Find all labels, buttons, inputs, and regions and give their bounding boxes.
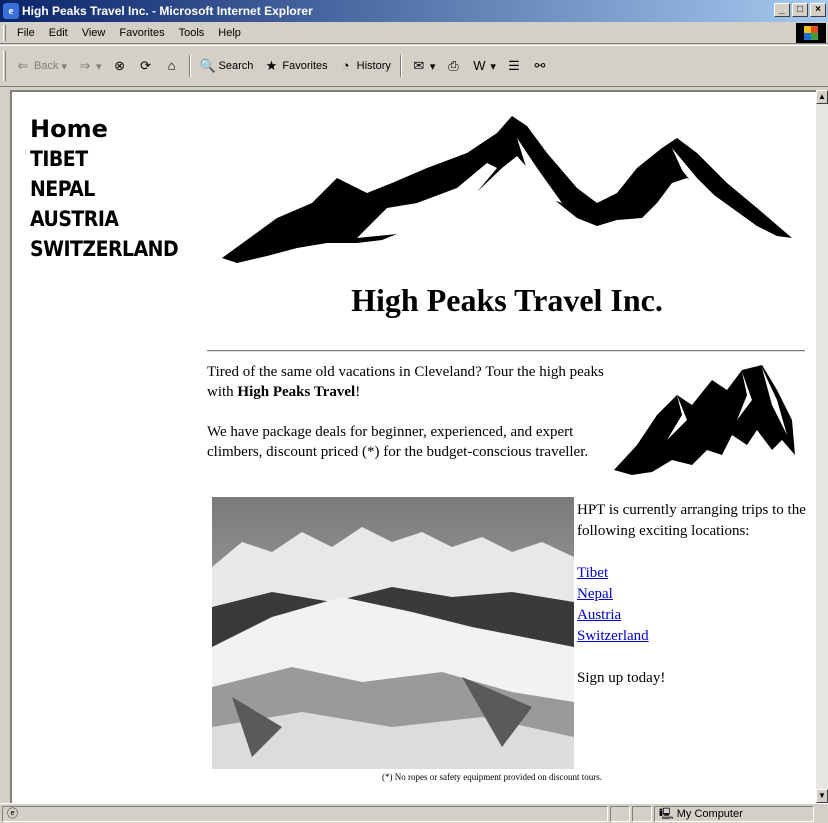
stop-icon: ⊗ (114, 58, 125, 73)
history-button[interactable]: ◔ History (333, 54, 396, 78)
menu-edit[interactable]: Edit (42, 27, 75, 39)
back-arrow-icon: ⇐ (17, 58, 29, 73)
scroll-up-button[interactable]: ▲ (816, 90, 828, 104)
search-label: Search (218, 60, 254, 72)
favorites-button[interactable]: ★ Favorites (258, 54, 332, 78)
favorites-label: Favorites (282, 60, 328, 72)
mail-icon: ✉ (413, 58, 425, 73)
computer-icon: 🖳 (659, 807, 674, 820)
mountain-photo (212, 497, 574, 769)
stop-button[interactable]: ⊗ (107, 54, 133, 78)
link-switzerland[interactable]: Switzerland (577, 626, 817, 647)
history-icon: ◔ (341, 58, 350, 73)
status-bar: ⓔ 🖳 My Computer (0, 803, 828, 823)
print-icon: ⎙ (448, 58, 459, 73)
link-austria[interactable]: Austria (577, 605, 817, 626)
intro-text-post: ! (355, 384, 361, 400)
signup-text: Sign up today! (577, 670, 666, 686)
menu-favorites[interactable]: Favorites (112, 27, 171, 39)
zone-panel: 🖳 My Computer (654, 805, 814, 822)
mail-button[interactable]: ✉ ▾ (406, 54, 441, 78)
ie-icon: e (3, 3, 19, 19)
home-icon: ⌂ (167, 58, 176, 73)
page-title: High Peaks Travel Inc. (351, 282, 663, 318)
locations-intro: HPT is currently arranging trips to the … (577, 502, 806, 539)
footnote: (*) No ropes or safety equipment provide… (382, 772, 602, 782)
standard-toolbar: ⇐ Back ▾ ⇒ ▾ ⊗ ⟳ ⌂ 🔍 Search ★ Favorites ◔ Hist… (0, 45, 828, 87)
zone-label: My Computer (676, 807, 743, 820)
toolbar-separator (188, 55, 191, 77)
toolbar-separator (399, 55, 402, 77)
intro-text: Tired of the same old vacations in Cleve… (207, 362, 607, 462)
discuss-icon: ☰ (508, 58, 520, 73)
window-title: High Peaks Travel Inc. - Microsoft Inter… (22, 4, 313, 18)
dropdown-icon: ▾ (61, 60, 67, 73)
forward-arrow-icon: ⇒ (79, 58, 91, 73)
messenger-icon: ⚯ (534, 58, 546, 73)
back-label: Back (34, 60, 59, 72)
scroll-down-button[interactable]: ▼ (816, 789, 828, 803)
close-button[interactable]: × (810, 3, 826, 17)
dropdown-icon: ▾ (490, 60, 496, 73)
toolbar-grip[interactable] (3, 51, 6, 81)
intro-paragraph-2: We have package deals for beginner, expe… (207, 424, 589, 460)
favorites-icon: ★ (265, 58, 278, 73)
status-panel (610, 805, 630, 822)
site-nav: Home TIBET NEPAL AUSTRIA SWITZERLAND (30, 114, 210, 264)
windows-logo-icon (804, 26, 818, 40)
discuss-button[interactable]: ☰ (501, 54, 527, 78)
word-icon: W (473, 58, 486, 73)
link-tibet[interactable]: Tibet (577, 563, 817, 584)
minimize-button[interactable]: _ (774, 3, 790, 17)
page-viewport: Home TIBET NEPAL AUSTRIA SWITZERLAND Hig… (10, 90, 818, 803)
mountain-illustration (614, 365, 795, 475)
menu-view[interactable]: View (75, 27, 113, 39)
maximize-button[interactable]: □ (792, 3, 808, 17)
nav-switzerland-link[interactable]: SWITZERLAND (30, 234, 210, 264)
mountain-banner (222, 116, 792, 263)
menu-tools[interactable]: Tools (172, 27, 212, 39)
forward-button[interactable]: ⇒ ▾ (72, 54, 107, 78)
refresh-button[interactable]: ⟳ (133, 54, 159, 78)
page-icon: ⓔ (7, 807, 18, 820)
edit-button[interactable]: W ▾ (466, 54, 501, 78)
status-text-panel: ⓔ (2, 805, 608, 822)
browser-window: e High Peaks Travel Inc. - Microsoft Int… (0, 0, 828, 823)
divider (207, 350, 805, 352)
refresh-icon: ⟳ (140, 58, 151, 73)
locations-panel: HPT is currently arranging trips to the … (577, 500, 817, 689)
nav-home-link[interactable]: Home (30, 114, 210, 144)
print-button[interactable]: ⎙ (440, 54, 466, 78)
window-controls: _ □ × (774, 3, 826, 17)
status-panel (632, 805, 652, 822)
nav-austria-link[interactable]: AUSTRIA (30, 204, 210, 234)
messenger-button[interactable]: ⚯ (527, 54, 553, 78)
menu-bar: File Edit View Favorites Tools Help (0, 22, 828, 44)
search-button[interactable]: 🔍 Search (195, 54, 259, 78)
menu-help[interactable]: Help (211, 27, 248, 39)
history-label: History (356, 60, 391, 72)
windows-throbber (796, 23, 826, 43)
menu-file[interactable]: File (10, 27, 42, 39)
dropdown-icon: ▾ (429, 60, 436, 73)
title-bar: e High Peaks Travel Inc. - Microsoft Int… (0, 0, 828, 22)
dropdown-icon: ▾ (96, 60, 102, 73)
home-button[interactable]: ⌂ (159, 54, 185, 78)
brand-name: High Peaks Travel (237, 384, 356, 400)
nav-nepal-link[interactable]: NEPAL (30, 174, 210, 204)
back-button[interactable]: ⇐ Back ▾ (10, 54, 72, 78)
intro-paragraph-1: Tired of the same old vacations in Cleve… (207, 362, 607, 402)
search-icon: 🔍 (199, 58, 216, 73)
vertical-scrollbar[interactable]: ▲ ▼ (816, 90, 828, 803)
menu-grip[interactable] (3, 25, 6, 41)
nav-tibet-link[interactable]: TIBET (30, 144, 210, 174)
link-nepal[interactable]: Nepal (577, 584, 817, 605)
